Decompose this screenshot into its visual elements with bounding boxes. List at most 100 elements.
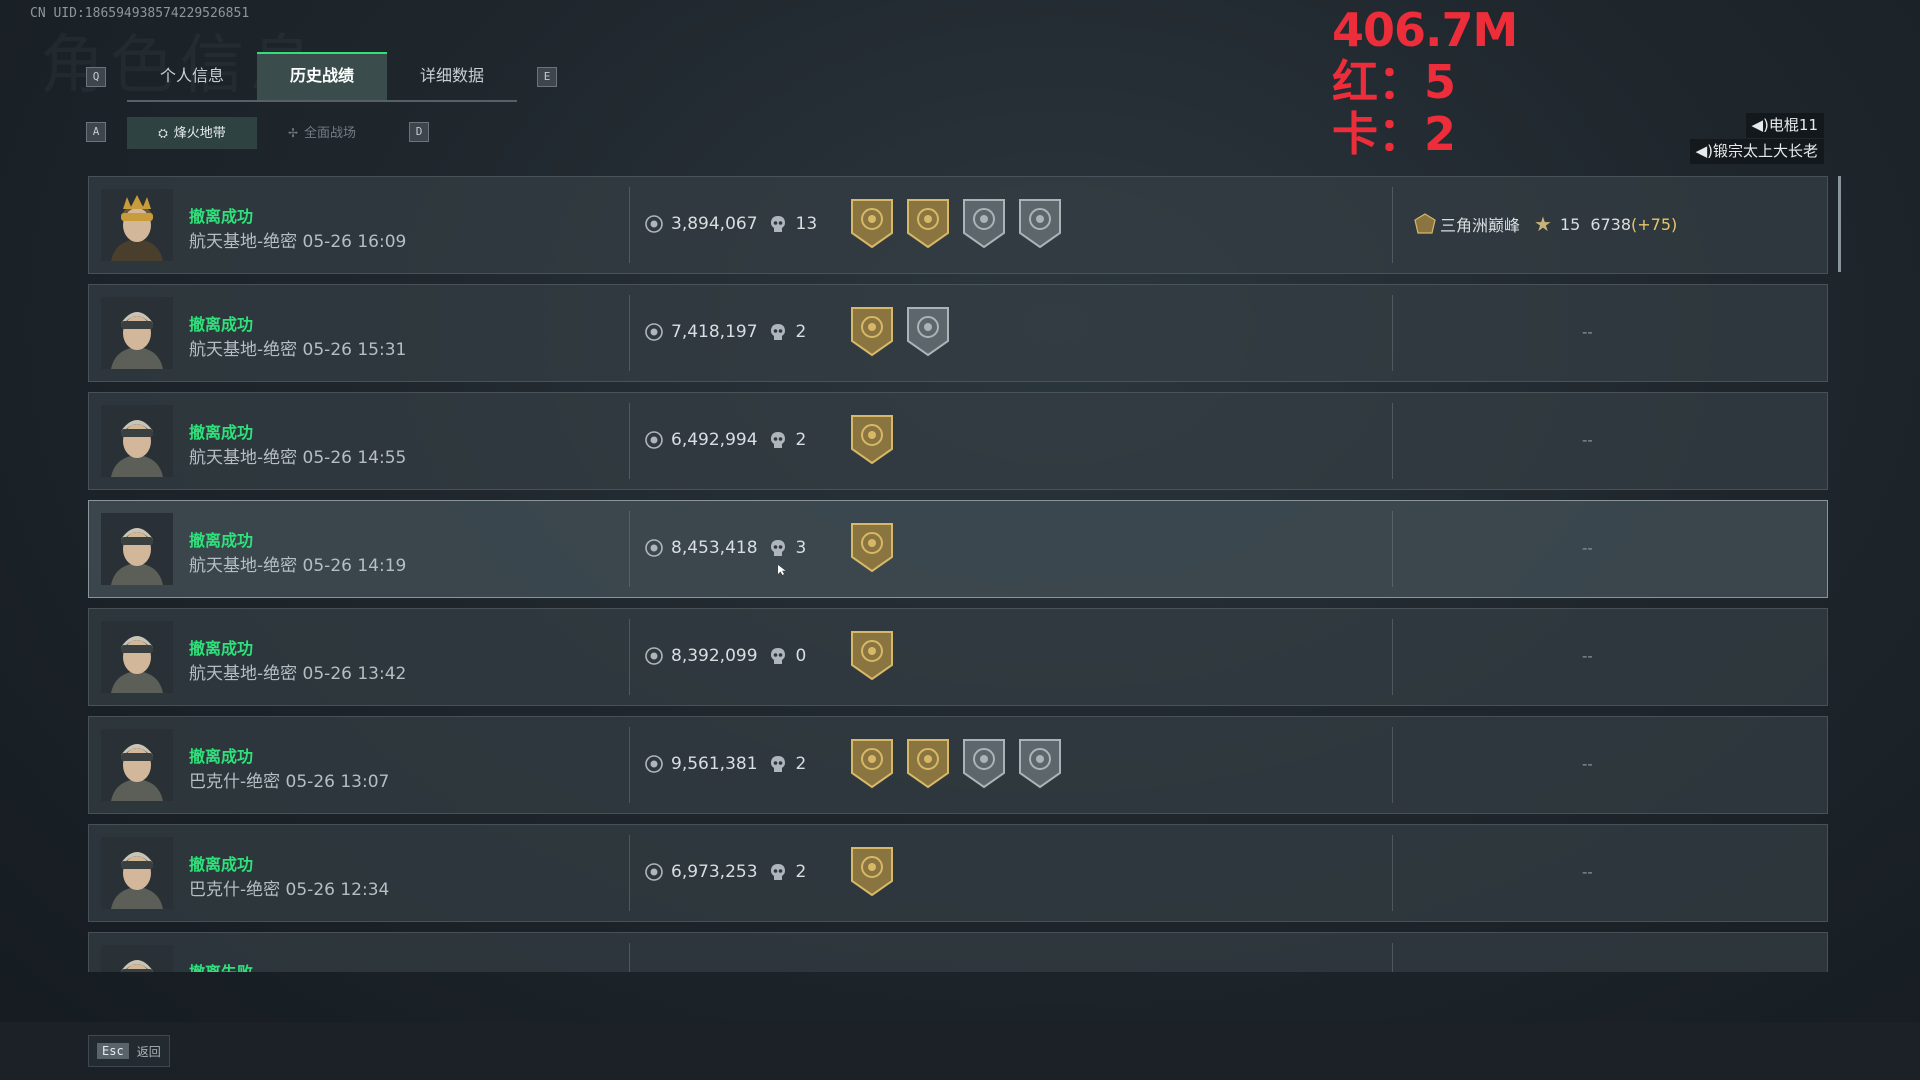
- medal-list: [849, 629, 905, 681]
- rank-empty: --: [1582, 863, 1593, 881]
- rank-stars: 15: [1559, 214, 1581, 234]
- rank-emblem-icon: [1414, 213, 1436, 234]
- loot-value: 6,973,253 2: [645, 862, 806, 882]
- loot-value: 7,418,197 2: [645, 322, 806, 342]
- value-amount: 6,492,994: [671, 430, 758, 450]
- match-time: 05-26 16:09: [302, 232, 407, 252]
- tab-personal-info[interactable]: 个人信息: [127, 52, 257, 100]
- subtab-warfare[interactable]: ✢ 全面战场: [257, 117, 387, 149]
- medal-list: [849, 305, 961, 357]
- operator-avatar: [101, 405, 173, 477]
- match-row[interactable]: 撤离成功 航天基地-绝密 05-26 14:19 8,453,418 3 --: [88, 500, 1828, 598]
- key-d-hint: D: [409, 122, 429, 142]
- operator-avatar: [101, 513, 173, 585]
- coin-icon: [645, 647, 663, 665]
- column-divider: [1392, 295, 1393, 371]
- column-divider: [629, 187, 630, 263]
- overlay-card: 卡：2: [1332, 107, 1457, 161]
- match-row[interactable]: 撤离成功 航天基地-绝密 05-26 13:42 8,392,099 0 --: [88, 608, 1828, 706]
- rank-empty: --: [1582, 323, 1593, 341]
- loot-value: 9,561,381 2: [645, 754, 806, 774]
- column-divider: [1392, 619, 1393, 695]
- column-divider: [629, 511, 630, 587]
- match-time: 05-26 13:42: [302, 664, 407, 684]
- medal-list: [849, 521, 905, 573]
- skull-icon: [770, 648, 785, 664]
- map-name: 航天基地-绝密: [189, 556, 298, 576]
- tab-detailed-data[interactable]: 详细数据: [387, 52, 517, 100]
- coin-icon: [645, 863, 663, 881]
- medal-icon[interactable]: [849, 413, 895, 465]
- main-tabs: 个人信息 历史战绩 详细数据: [127, 52, 517, 102]
- subtab-warfare-label: 全面战场: [304, 126, 357, 141]
- match-row[interactable]: 撤离成功 航天基地-绝密 05-26 15:31 7,418,197 2 --: [88, 284, 1828, 382]
- subtab-firezone[interactable]: ⛭ 烽火地带: [127, 117, 257, 149]
- stream-overlay: 406.7M 红：5 卡：2: [1332, 4, 1518, 161]
- kill-count: 2: [795, 430, 807, 450]
- map-name: 航天基地-绝密: [189, 232, 298, 252]
- extraction-status: 撤离成功: [189, 315, 254, 334]
- medal-icon[interactable]: [849, 197, 895, 249]
- match-time: 05-26 13:07: [285, 772, 390, 792]
- match-history-list: 撤离成功 航天基地-绝密 05-26 16:09 3,894,067 13 三角…: [88, 176, 1828, 972]
- back-button[interactable]: Esc 返回: [88, 1035, 170, 1067]
- column-divider: [1392, 943, 1393, 972]
- medal-list: [849, 845, 905, 897]
- kill-count: 3: [795, 538, 807, 558]
- key-q-hint: Q: [86, 67, 106, 87]
- column-divider: [1392, 727, 1393, 803]
- column-divider: [629, 295, 630, 371]
- column-divider: [1392, 835, 1393, 911]
- match-time: 05-26 14:55: [302, 448, 407, 468]
- match-row[interactable]: 撤离成功 巴克什-绝密 05-26 12:34 6,973,253 2 --: [88, 824, 1828, 922]
- medal-icon[interactable]: [905, 197, 951, 249]
- tab-match-history[interactable]: 历史战绩: [257, 52, 387, 100]
- value-amount: 6,973,253: [671, 862, 758, 882]
- column-divider: [629, 619, 630, 695]
- kill-count: 0: [795, 646, 807, 666]
- match-row[interactable]: 撤离成功 航天基地-绝密 05-26 14:55 6,492,994 2 --: [88, 392, 1828, 490]
- medal-icon[interactable]: [849, 629, 895, 681]
- medal-icon[interactable]: [1017, 197, 1063, 249]
- overlay-red: 红：5: [1332, 55, 1457, 109]
- coin-icon: [645, 755, 663, 773]
- rank-empty: --: [1582, 647, 1593, 665]
- medal-icon[interactable]: [961, 197, 1007, 249]
- column-divider: [1392, 187, 1393, 263]
- medal-icon[interactable]: [905, 305, 951, 357]
- column-divider: [1392, 511, 1393, 587]
- voice-speakers: ◀)电棍11 ◀)锻宗太上大长老: [1689, 113, 1824, 165]
- extraction-status: 撤离成功: [189, 207, 254, 226]
- medal-icon[interactable]: [905, 737, 951, 789]
- skull-icon: [770, 324, 785, 340]
- coin-icon: [645, 431, 663, 449]
- list-scrollbar[interactable]: [1838, 176, 1841, 272]
- medal-icon[interactable]: [849, 737, 895, 789]
- map-name: 航天基地-绝密: [189, 664, 298, 684]
- match-meta: 航天基地-绝密 05-26 13:42: [189, 659, 406, 684]
- match-meta: 巴克什-绝密 05-26 12:34: [189, 875, 389, 900]
- medal-icon[interactable]: [849, 305, 895, 357]
- column-divider: [629, 835, 630, 911]
- rank-empty: --: [1582, 539, 1593, 557]
- medal-icon[interactable]: [961, 737, 1007, 789]
- match-row[interactable]: 撤离成功 航天基地-绝密 05-26 16:09 3,894,067 13 三角…: [88, 176, 1828, 274]
- medal-icon[interactable]: [1017, 737, 1063, 789]
- map-name: 巴克什-绝密: [189, 880, 281, 900]
- match-time: 05-26 12:34: [285, 880, 390, 900]
- medal-list: [849, 737, 1073, 789]
- kill-count: 2: [795, 322, 807, 342]
- skull-icon: [770, 540, 785, 556]
- medal-icon[interactable]: [849, 845, 895, 897]
- match-row[interactable]: 撤离成功 巴克什-绝密 05-26 13:07 9,561,381 2 --: [88, 716, 1828, 814]
- player-uid: CN UID:18659493857422952685​1: [30, 6, 250, 21]
- medal-list: [849, 413, 905, 465]
- loot-value: 3,894,067 13: [645, 214, 817, 234]
- match-row[interactable]: 撤离失败: [88, 932, 1828, 972]
- operator-avatar: [101, 837, 173, 909]
- key-e-hint: E: [537, 67, 557, 87]
- medal-icon[interactable]: [849, 521, 895, 573]
- loot-value: 6,492,994 2: [645, 430, 806, 450]
- match-time: 05-26 14:19: [302, 556, 407, 576]
- operator-avatar: [101, 621, 173, 693]
